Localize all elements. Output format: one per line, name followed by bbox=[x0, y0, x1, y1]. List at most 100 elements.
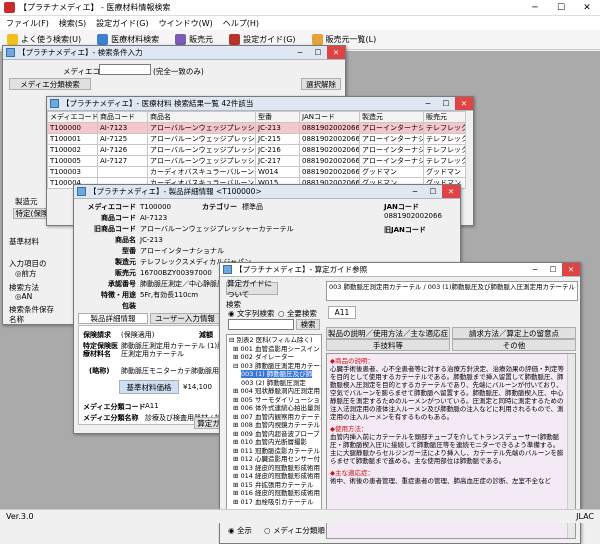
table-row[interactable]: T100001AI-7125アローバルーンウェッジプレッシャーカテーテルJC-2… bbox=[47, 133, 466, 145]
tab-procedure-fee[interactable]: 手技料等 bbox=[326, 339, 450, 351]
base-price-button[interactable]: 基準材料価格 bbox=[119, 380, 179, 394]
tree-item[interactable]: 003 (2) 肺動脈圧測定 bbox=[229, 379, 319, 388]
code-hint: (完全一致のみ) bbox=[153, 67, 204, 76]
indications-heading: ◆主な適応症： bbox=[330, 469, 374, 477]
short-label: (略称) bbox=[89, 367, 110, 375]
maximize-icon[interactable]: ☐ bbox=[544, 263, 562, 276]
detail-window-titlebar: 【プラチナメディエ】- 製品詳細情報 <T100000> ─ ☐ ✕ bbox=[74, 185, 460, 199]
guide-search-button[interactable]: 検索 bbox=[296, 319, 320, 330]
tree-item[interactable]: ⊞ 005 サーモダイリューション用 bbox=[229, 396, 321, 405]
tree-item[interactable]: ⊞ 006 体外式連続心拍出量測 bbox=[229, 404, 320, 413]
clear-selection-button[interactable]: 選択解除 bbox=[301, 78, 341, 90]
maximize-icon[interactable]: ☐ bbox=[424, 185, 442, 198]
minimize-icon[interactable]: ─ bbox=[522, 0, 548, 15]
col-header[interactable]: メディエコード bbox=[47, 111, 98, 123]
medie-code-value: T100000 bbox=[140, 203, 171, 211]
guide-code-box: A11 bbox=[328, 306, 356, 319]
tree-item[interactable]: ⊞ 001 血管造影用シースイントロ bbox=[229, 345, 321, 354]
table-row[interactable]: T100005AI-7127アローバルーンウェッジプレッシャーカテーテルJC-2… bbox=[47, 155, 466, 167]
tab-product-detail[interactable]: 製品詳細情報 bbox=[78, 313, 148, 324]
col-header[interactable]: 型番 bbox=[255, 111, 300, 123]
star-icon bbox=[7, 34, 18, 45]
maximize-icon[interactable]: ☐ bbox=[437, 97, 455, 110]
col-header[interactable]: 販売元 bbox=[423, 111, 466, 123]
minimize-icon[interactable]: ─ bbox=[526, 263, 544, 276]
full-search-radio[interactable]: ○ 全要検索 bbox=[278, 308, 317, 319]
tree-item[interactable]: ⊞ 009 血管内超音波プローブ bbox=[229, 430, 320, 439]
tree-item[interactable]: ⊞ 016 経皮的冠動脈形成術用 bbox=[229, 489, 320, 498]
tab-claims[interactable]: 請求方法／算定上の留意点 bbox=[452, 327, 576, 339]
table-row[interactable]: T100000AI-7123アローバルーンウェッジプレッシャーカテーテルJC-2… bbox=[47, 122, 466, 134]
description-text: 心臓手術後患者、心不全患者等に対する治療方針決定、治療効果の評価・判定等を目的と… bbox=[330, 365, 564, 421]
menu-help[interactable]: ヘルプ(H) bbox=[223, 18, 259, 29]
window-icon bbox=[50, 99, 59, 108]
status-right: JLAC bbox=[576, 512, 594, 521]
tree-item[interactable]: ⊞ 008 血管内視鏡カテーテル bbox=[229, 421, 320, 430]
result-window-titlebar: 【プラチナメディエ】- 医療材料 検索結果一覧 42件該当 ─ ☐ ✕ bbox=[47, 97, 473, 111]
medie-category-value: A11 bbox=[145, 402, 159, 410]
tree-item[interactable]: ⊞ 004 冠状静脈洞内圧測定用カ bbox=[229, 387, 321, 396]
base-material-label: 基準材料 bbox=[9, 237, 39, 246]
table-row[interactable]: T100003 カーディオバスキュラーバルーン W014 0881902002066 グ… bbox=[47, 166, 466, 178]
tab-description[interactable]: 製品の説明／使用方法／主な適応症 bbox=[326, 327, 450, 339]
tree-item[interactable]: ⊟ 003 肺動脈圧測定用カテーテル bbox=[229, 362, 321, 371]
minimize-icon[interactable]: ─ bbox=[419, 97, 437, 110]
maker-value: アローインターナショナル bbox=[140, 247, 224, 255]
col-header[interactable]: JANコード bbox=[299, 111, 360, 123]
tree-item[interactable]: ⊞ 007 血管内観察用カテーテル bbox=[229, 413, 321, 422]
table-row[interactable]: T100002AI-7126アローバルーンウェッジプレッシャーカテーテルJC-2… bbox=[47, 144, 466, 156]
menu-search[interactable]: 検索(S) bbox=[59, 18, 86, 29]
usage-text: 血管内挿入前にカテーテルを頭部チューブを介してトランスデューサー(肺動脈圧・肺動… bbox=[330, 433, 564, 465]
close-icon[interactable]: ✕ bbox=[574, 0, 600, 15]
maximize-icon[interactable]: ☐ bbox=[309, 46, 327, 59]
minimize-icon[interactable]: ─ bbox=[291, 46, 309, 59]
maximize-icon[interactable]: ☐ bbox=[548, 0, 574, 15]
search-icon bbox=[97, 34, 109, 45]
col-header[interactable]: 製造元 bbox=[359, 111, 424, 123]
close-icon[interactable]: ✕ bbox=[442, 185, 460, 198]
close-icon[interactable]: ✕ bbox=[562, 263, 580, 276]
medie-order-radio[interactable]: ○ メディエ分類順 bbox=[264, 525, 325, 536]
code-input[interactable] bbox=[99, 64, 151, 75]
tab-user-input[interactable]: ユーザー入力情報 bbox=[150, 313, 220, 324]
spec-label: 特定保険医療材料名 bbox=[83, 342, 118, 358]
menu-bar: ファイル(F) 検索(S) 設定ガイド(G) ウインドウ(W) ヘルプ(H) bbox=[0, 16, 600, 30]
window-icon bbox=[223, 265, 232, 274]
guide-window: 【プラチナメディエ】- 算定ガイド参照 ─ ☐ ✕ 算定ガイドについて 検索 ◉ 文… bbox=[219, 262, 581, 544]
tree-item[interactable]: ⊞ 010 血管内光断層撮影 bbox=[229, 438, 319, 447]
and-radio[interactable]: ◎AN bbox=[15, 292, 32, 301]
status-version: Ver.3.0 bbox=[6, 512, 34, 521]
col-header[interactable]: 商品名 bbox=[147, 111, 256, 123]
tree-item[interactable]: ⊞ 011 冠動脈造影カテーテル bbox=[229, 447, 320, 456]
tree-item[interactable]: ⊞ 013 経皮的冠動脈形成術用 bbox=[229, 464, 320, 473]
string-search-radio[interactable]: ◉ 文字列検索 bbox=[228, 308, 274, 319]
minimize-icon[interactable]: ─ bbox=[406, 185, 424, 198]
tree-item[interactable]: ⊞ 014 経皮的冠動脈形成術用 bbox=[229, 472, 320, 481]
book-icon bbox=[229, 34, 241, 45]
app-titlebar: 【プラチナメディエ】 - 医療材料情報検索 ─ ☐ ✕ bbox=[0, 0, 600, 16]
class-search-button[interactable]: メディエ分類検索 bbox=[9, 78, 91, 90]
status-bar: Ver.3.0 JLAC bbox=[0, 509, 600, 523]
col-header[interactable]: 商品コード bbox=[97, 111, 148, 123]
tab-other[interactable]: その他 bbox=[452, 339, 576, 351]
menu-window[interactable]: ウインドウ(W) bbox=[159, 18, 213, 29]
tree-item[interactable]: ⊞ 015 弁拡張用カテーテル bbox=[229, 481, 319, 490]
tree-item[interactable]: ⊞ 012 心臓造影用センサー付き bbox=[229, 455, 321, 464]
detail-labels: メディエコード 商品コード 旧商品コード 商品名 型番 製造元 販売元 承認番号 特徴・用途 包装 bbox=[87, 203, 136, 310]
usage-heading: ◆使用方法： bbox=[330, 425, 368, 433]
close-icon[interactable]: ✕ bbox=[455, 97, 473, 110]
insurance-value: (保険適用) bbox=[121, 331, 155, 339]
close-icon[interactable]: ✕ bbox=[327, 46, 345, 59]
tree-item[interactable]: ⊞ 017 血栓吸引カテーテル bbox=[229, 498, 319, 507]
show-all-radio[interactable]: ◉ 全示 bbox=[228, 525, 252, 536]
jan-label: JANコード bbox=[384, 203, 419, 211]
tree-item[interactable]: ⊟ 別表2 医科(フィルム除く) bbox=[229, 336, 319, 345]
tree-item-selected[interactable]: 003 (1) 肺動脈圧及び肺 bbox=[229, 370, 319, 379]
forward-radio[interactable]: ◎前方 bbox=[15, 268, 37, 279]
about-guide-button[interactable]: 算定ガイドについて bbox=[226, 279, 278, 299]
menu-guide[interactable]: 設定ガイド(G) bbox=[96, 18, 148, 29]
guide-search-input[interactable] bbox=[228, 319, 294, 330]
menu-file[interactable]: ファイル(F) bbox=[6, 18, 49, 29]
result-table: メディエコード 商品コード 商品名 型番 JANコード 製造元 販売元 T100… bbox=[47, 111, 466, 189]
tree-item[interactable]: ⊞ 002 ダイレーター bbox=[229, 353, 319, 362]
